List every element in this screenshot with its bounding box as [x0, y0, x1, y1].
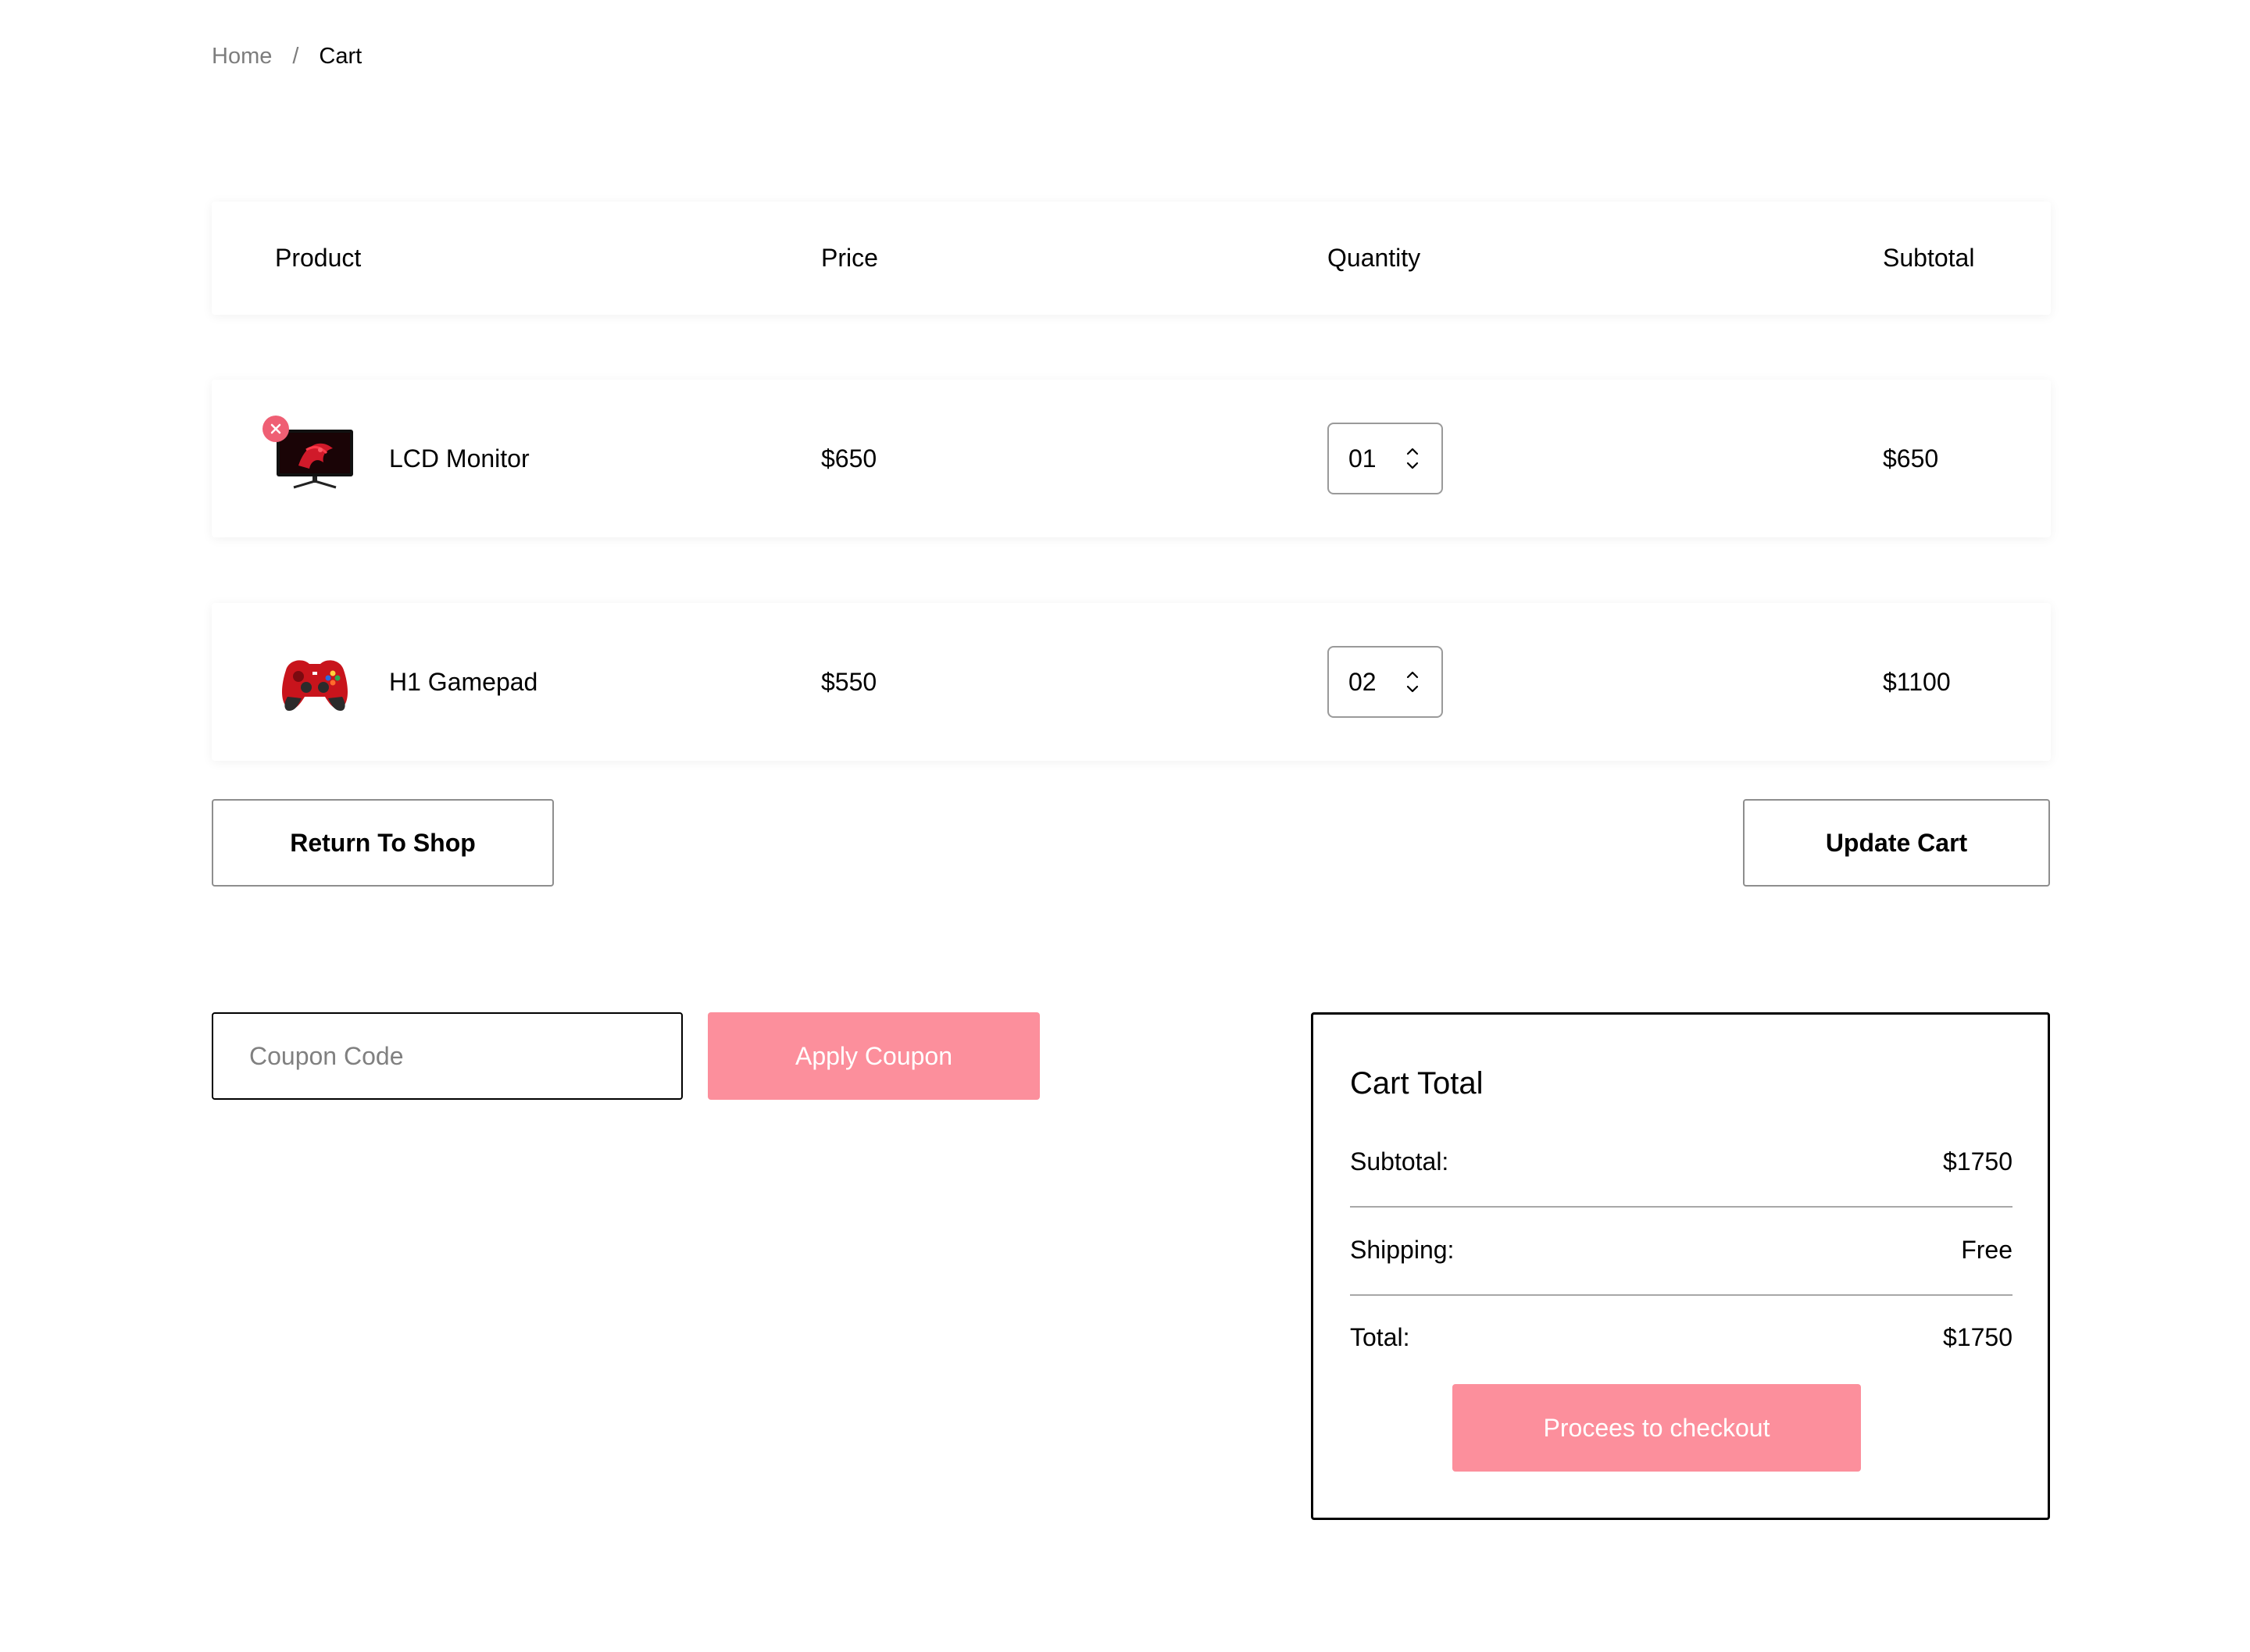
header-quantity: Quantity	[1327, 244, 1421, 272]
product-name[interactable]: H1 Gamepad	[389, 668, 538, 697]
product-name[interactable]: LCD Monitor	[389, 444, 530, 473]
breadcrumb: Home / Cart	[212, 44, 362, 70]
coupon-code-input[interactable]: Coupon Code	[212, 1012, 683, 1100]
header-product: Product	[275, 244, 362, 272]
quantity-value[interactable]: 02	[1348, 668, 1395, 697]
quantity-cell: 02	[1327, 603, 1443, 761]
breadcrumb-separator: /	[292, 44, 299, 69]
subtotal-value: $1750	[1943, 1147, 2012, 1176]
product-cell: H1 Gamepad	[275, 603, 538, 761]
apply-coupon-button[interactable]: Apply Coupon	[708, 1012, 1040, 1100]
cart-total-title: Cart Total	[1350, 1066, 1484, 1101]
shipping-label: Shipping:	[1350, 1236, 1455, 1264]
update-cart-button[interactable]: Update Cart	[1743, 799, 2050, 887]
close-icon	[270, 423, 281, 434]
quantity-cell: 01	[1327, 380, 1443, 537]
cart-table-header: Product Price Quantity Subtotal	[212, 202, 2051, 315]
quantity-stepper[interactable]: 01	[1327, 423, 1443, 494]
divider	[1350, 1206, 2012, 1208]
product-price: $650	[821, 444, 877, 473]
product-cell: LCD Monitor	[262, 380, 530, 537]
divider	[1350, 1294, 2012, 1296]
total-row: Total: $1750	[1350, 1323, 2012, 1352]
remove-item-button[interactable]	[262, 416, 289, 442]
quantity-stepper[interactable]: 02	[1327, 646, 1443, 718]
chevron-up-icon[interactable]	[1403, 668, 1422, 682]
chevron-down-icon[interactable]	[1403, 682, 1422, 696]
return-to-shop-button[interactable]: Return To Shop	[212, 799, 554, 887]
total-value: $1750	[1943, 1323, 2012, 1351]
table-row: H1 Gamepad $550 02 $1100	[212, 603, 2051, 761]
cart-total-panel: Cart Total Subtotal: $1750 Shipping: Fre…	[1311, 1012, 2050, 1520]
chevron-up-icon[interactable]	[1403, 444, 1422, 458]
gamepad-image	[275, 650, 355, 714]
table-row: LCD Monitor $650 01 $650	[212, 380, 2051, 537]
breadcrumb-home-link[interactable]: Home	[212, 44, 272, 70]
breadcrumb-current: Cart	[319, 44, 362, 69]
chevron-down-icon[interactable]	[1403, 458, 1422, 473]
total-label: Total:	[1350, 1323, 1410, 1351]
product-price: $550	[821, 667, 877, 696]
quantity-value[interactable]: 01	[1348, 444, 1395, 473]
cart-page: Home / Cart Product Price Quantity Subto…	[0, 0, 2250, 1652]
monitor-image	[262, 416, 355, 491]
subtotal-label: Subtotal:	[1350, 1147, 1449, 1176]
subtotal-row: Subtotal: $1750	[1350, 1147, 2012, 1176]
header-price: Price	[821, 244, 878, 272]
shipping-row: Shipping: Free	[1350, 1236, 2012, 1265]
header-subtotal: Subtotal	[1883, 244, 1975, 272]
product-subtotal: $650	[1883, 444, 1939, 473]
checkout-button[interactable]: Procees to checkout	[1452, 1384, 1861, 1472]
shipping-value: Free	[1961, 1236, 2012, 1264]
product-subtotal: $1100	[1883, 667, 1951, 696]
